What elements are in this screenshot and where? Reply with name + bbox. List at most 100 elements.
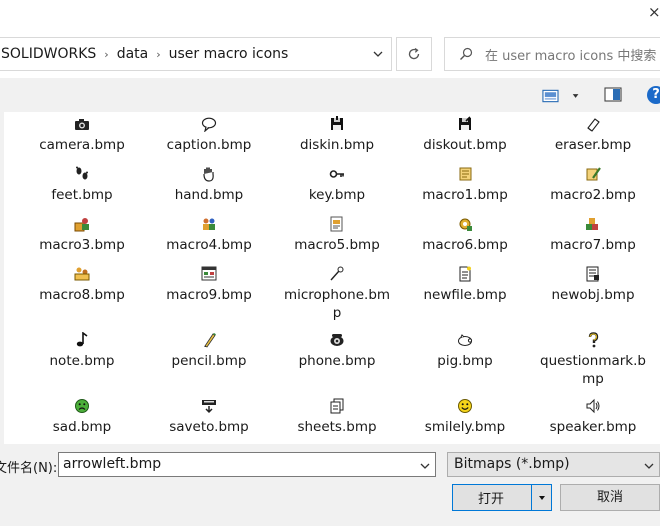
preview-pane-button[interactable] bbox=[604, 87, 622, 103]
file-item[interactable]: smilely.bmp bbox=[410, 398, 520, 436]
open-options-dropdown[interactable] bbox=[531, 485, 551, 510]
file-name: questionmark.bmp bbox=[540, 353, 646, 387]
file-name: saveto.bmp bbox=[169, 419, 249, 435]
file-name: macro2.bmp bbox=[550, 187, 636, 203]
file-name: camera.bmp bbox=[39, 137, 125, 153]
speech-bubble-icon bbox=[201, 116, 217, 133]
file-list: camera.bmp caption.bmp diskin.bmp diskout.b… bbox=[0, 112, 660, 444]
file-name: sheets.bmp bbox=[297, 419, 377, 435]
change-view-button[interactable] bbox=[542, 87, 582, 105]
filename-field[interactable]: arrowleft.bmp bbox=[58, 452, 436, 477]
chevron-down-icon[interactable] bbox=[569, 89, 582, 103]
macro-document-icon bbox=[329, 216, 345, 232]
filename-label: 文件名(N): bbox=[0, 461, 58, 476]
search-input[interactable]: 在 user macro icons 中搜索 bbox=[444, 37, 660, 71]
refresh-button[interactable] bbox=[396, 37, 432, 71]
chevron-right-icon[interactable]: › bbox=[100, 48, 112, 61]
file-name: eraser.bmp bbox=[554, 137, 632, 153]
file-name: caption.bmp bbox=[166, 137, 252, 153]
caret-down-icon bbox=[538, 495, 545, 500]
help-icon[interactable]: ? bbox=[647, 86, 660, 104]
file-name: macro6.bmp bbox=[422, 237, 508, 253]
file-item[interactable]: macro7.bmp bbox=[538, 216, 648, 254]
file-item[interactable]: sheets.bmp bbox=[282, 398, 392, 436]
music-note-icon bbox=[74, 331, 90, 348]
file-item[interactable]: camera.bmp bbox=[27, 116, 137, 154]
file-name: smilely.bmp bbox=[424, 419, 506, 435]
file-type-select[interactable]: Bitmaps (*.bmp) bbox=[447, 452, 660, 477]
file-name: hand.bmp bbox=[174, 187, 244, 203]
file-item[interactable]: macro3.bmp bbox=[27, 216, 137, 254]
file-name: phone.bmp bbox=[298, 353, 376, 369]
new-object-icon bbox=[585, 266, 601, 282]
phone-icon bbox=[329, 332, 345, 348]
file-item[interactable]: phone.bmp bbox=[282, 332, 392, 370]
floppy-disk-in-icon bbox=[329, 116, 345, 132]
file-name: diskout.bmp bbox=[423, 137, 507, 153]
chevron-down-icon[interactable] bbox=[418, 458, 432, 472]
file-item[interactable]: macro4.bmp bbox=[154, 216, 264, 254]
file-item[interactable]: newfile.bmp bbox=[410, 266, 520, 304]
file-name: pencil.bmp bbox=[171, 353, 247, 369]
file-item[interactable]: microphone.bmp bbox=[282, 266, 392, 322]
file-item[interactable]: macro9.bmp bbox=[154, 266, 264, 304]
chevron-right-icon[interactable]: › bbox=[152, 48, 164, 61]
view-icon bbox=[542, 89, 559, 103]
preview-pane-icon bbox=[604, 87, 622, 102]
file-item[interactable]: note.bmp bbox=[27, 331, 137, 370]
file-item[interactable]: macro5.bmp bbox=[282, 216, 392, 254]
file-item[interactable]: diskin.bmp bbox=[282, 116, 392, 154]
file-item[interactable]: macro1.bmp bbox=[410, 166, 520, 204]
file-item[interactable]: feet.bmp bbox=[27, 166, 137, 204]
file-name: macro1.bmp bbox=[422, 187, 508, 203]
key-icon bbox=[329, 166, 345, 182]
file-item[interactable]: saveto.bmp bbox=[154, 398, 264, 436]
file-item[interactable]: key.bmp bbox=[282, 166, 392, 204]
footprints-icon bbox=[74, 166, 90, 182]
chevron-down-icon[interactable] bbox=[371, 47, 385, 61]
file-name: speaker.bmp bbox=[549, 419, 637, 435]
speaker-icon bbox=[585, 398, 601, 414]
search-icon bbox=[459, 47, 473, 61]
file-name: macro7.bmp bbox=[550, 237, 636, 253]
pig-icon bbox=[457, 332, 473, 348]
chevron-down-icon[interactable] bbox=[642, 458, 656, 472]
file-name: macro5.bmp bbox=[294, 237, 380, 253]
file-item[interactable]: sad.bmp bbox=[27, 398, 137, 436]
file-name: diskin.bmp bbox=[299, 137, 375, 153]
file-item[interactable]: caption.bmp bbox=[154, 116, 264, 154]
pencil-icon bbox=[201, 332, 217, 348]
file-item[interactable]: hand.bmp bbox=[154, 166, 264, 204]
camera-icon bbox=[74, 116, 90, 132]
new-file-icon bbox=[457, 266, 473, 282]
file-item[interactable]: macro8.bmp bbox=[27, 266, 137, 304]
address-bar[interactable]: SOLIDWORKS › data › user macro icons bbox=[0, 37, 392, 71]
toolbar: ? bbox=[0, 78, 660, 112]
floppy-disk-out-icon bbox=[457, 116, 473, 132]
file-item[interactable]: macro6.bmp bbox=[410, 216, 520, 254]
breadcrumb-solidworks[interactable]: SOLIDWORKS bbox=[0, 46, 100, 62]
file-name: pig.bmp bbox=[437, 353, 493, 369]
smiley-face-icon bbox=[457, 398, 473, 414]
breadcrumb-data[interactable]: data bbox=[113, 46, 153, 62]
file-item[interactable]: pencil.bmp bbox=[154, 332, 264, 370]
file-name: macro9.bmp bbox=[166, 287, 252, 303]
close-icon[interactable]: × bbox=[648, 2, 660, 22]
file-name: feet.bmp bbox=[51, 187, 113, 203]
file-name: macro3.bmp bbox=[39, 237, 125, 253]
open-button[interactable]: 打开 bbox=[452, 484, 552, 511]
question-mark-icon bbox=[585, 332, 601, 348]
macro-pencil-icon bbox=[585, 166, 601, 182]
breadcrumb-user-macro-icons[interactable]: user macro icons bbox=[165, 46, 293, 62]
file-item[interactable]: diskout.bmp bbox=[410, 116, 520, 154]
cancel-button[interactable]: 取消 bbox=[560, 484, 660, 511]
file-item[interactable]: eraser.bmp bbox=[538, 116, 648, 154]
file-item[interactable]: questionmark.bmp bbox=[538, 332, 648, 388]
macro-people-icon bbox=[74, 266, 90, 282]
search-placeholder: 在 user macro icons 中搜索 bbox=[485, 48, 657, 64]
file-item[interactable]: pig.bmp bbox=[410, 332, 520, 370]
file-item[interactable]: speaker.bmp bbox=[538, 398, 648, 436]
file-item[interactable]: macro2.bmp bbox=[538, 166, 648, 204]
file-item[interactable]: newobj.bmp bbox=[538, 266, 648, 304]
eraser-icon bbox=[585, 116, 601, 132]
